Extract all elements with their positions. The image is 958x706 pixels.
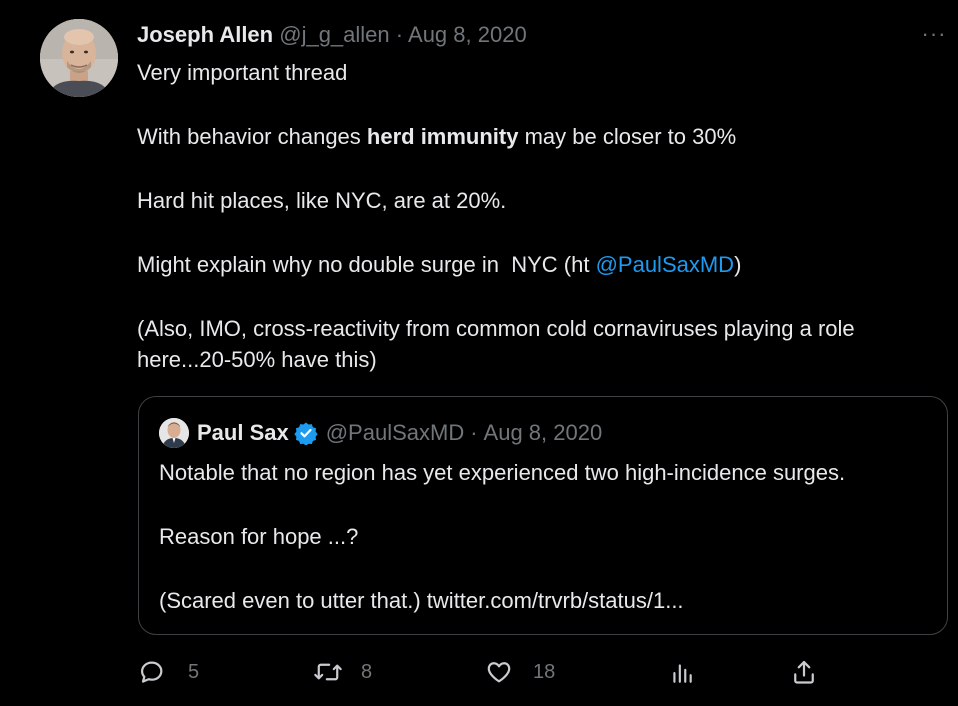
reply-button[interactable]: 5 [138, 657, 199, 687]
tweet-line-4-pre: Might explain why no double surge in NYC… [137, 252, 596, 277]
quoted-tweet-date[interactable]: Aug 8, 2020 [484, 420, 603, 446]
tweet-line-3: Hard hit places, like NYC, are at 20%. [137, 188, 507, 213]
author-handle[interactable]: @j_g_allen [279, 22, 389, 47]
quoted-line-1: Notable that no region has yet experienc… [159, 460, 846, 485]
header-separator: · [395, 22, 404, 47]
quoted-author-handle[interactable]: @PaulSaxMD [326, 420, 465, 446]
author-name[interactable]: Joseph Allen [137, 22, 273, 47]
analytics-button[interactable] [669, 657, 695, 687]
tweet-line-2-pre: With behavior changes [137, 124, 367, 149]
herd-immunity-bold: herd immunity [366, 124, 519, 149]
share-icon [790, 658, 818, 686]
quoted-line-2: Reason for hope ...? [159, 524, 359, 549]
quoted-header-separator: · [470, 420, 478, 445]
like-button[interactable]: 18 [485, 657, 555, 687]
retweet-icon [313, 658, 343, 686]
tweet-date[interactable]: Aug 8, 2020 [408, 22, 527, 47]
tweet-line-2: With behavior changes herd immunity may … [137, 121, 937, 152]
tweet-action-bar: 5 8 18 [138, 657, 838, 687]
like-count: 18 [533, 660, 556, 683]
tweet-header: Joseph Allen @j_g_allen · Aug 8, 2020 [137, 21, 527, 49]
analytics-icon [669, 658, 695, 686]
quoted-author-name[interactable]: Paul Sax [197, 420, 289, 446]
reply-icon [138, 658, 166, 686]
tweet-line-4-post: ) [734, 252, 742, 277]
quoted-author-avatar[interactable] [159, 418, 189, 448]
retweet-button[interactable]: 8 [313, 657, 372, 687]
share-button[interactable] [790, 657, 818, 687]
quoted-tweet[interactable]: Paul Sax @PaulSaxMD · Aug 8, 2020 Notabl… [138, 396, 948, 635]
quoted-line-3: (Scared even to utter that.) twitter.com… [159, 588, 684, 613]
quoted-tweet-text: Notable that no region has yet experienc… [159, 457, 929, 616]
heart-icon [485, 658, 513, 686]
mention-link[interactable]: @PaulSaxMD [596, 252, 735, 277]
retweet-count: 8 [361, 660, 373, 683]
quoted-tweet-header: Paul Sax @PaulSaxMD · Aug 8, 2020 [159, 418, 603, 448]
tweet-line-1: Very important thread [137, 60, 348, 85]
tweet-line-2-post: may be closer to 30% [518, 124, 737, 149]
more-options-icon[interactable]: ··· [920, 23, 948, 45]
tweet-line-5: (Also, IMO, cross-reactivity from common… [137, 316, 855, 372]
author-avatar[interactable] [40, 19, 118, 97]
quoted-author-photo [159, 418, 189, 448]
tweet-text: Very important thread With behavior chan… [137, 57, 937, 375]
reply-count: 5 [188, 660, 200, 683]
author-photo [40, 19, 118, 97]
tweet-line-4: Might explain why no double surge in NYC… [137, 249, 937, 280]
verified-badge-icon [294, 421, 318, 445]
